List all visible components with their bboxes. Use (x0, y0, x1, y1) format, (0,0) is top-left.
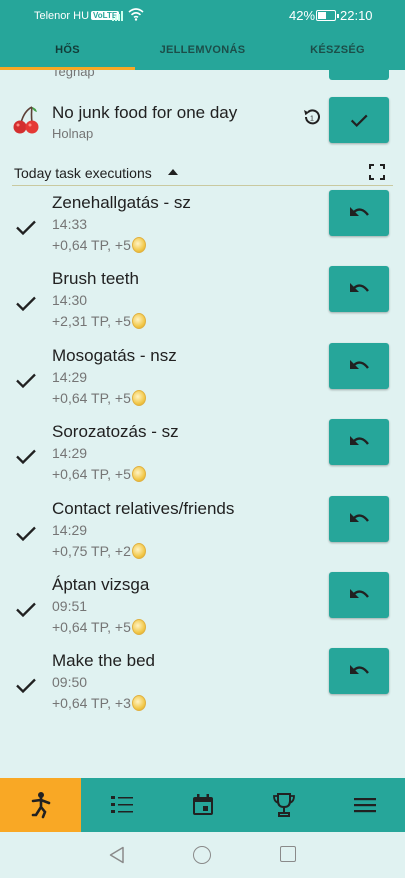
check-icon (16, 679, 36, 694)
undo-task-button[interactable] (329, 342, 389, 389)
habit-title: No junk food for one day (52, 103, 238, 122)
tab-traits[interactable]: JELLEMVONÁS (135, 33, 270, 70)
task-time: 09:50 (52, 674, 88, 691)
task-time: 14:29 (52, 445, 88, 462)
task-row: Mosogatás - nsz 14:29 +0,64 TP, +5 (0, 342, 405, 422)
recents-icon[interactable] (280, 846, 296, 862)
task-time: 14:33 (52, 216, 88, 232)
task-row: Brush teeth 14:30 +2,31 TP, +5 (0, 266, 405, 345)
nav-hero[interactable] (0, 778, 81, 832)
nav-calendar[interactable] (162, 778, 243, 832)
task-row: Make the bed 09:50 +0,64 TP, +3 (0, 648, 405, 727)
home-icon[interactable] (193, 846, 211, 864)
task-title: Mosogatás - nsz (52, 345, 177, 365)
tab-bar: HŐS JELLEMVONÁS KÉSZSÉG (0, 33, 405, 70)
undo-icon (350, 665, 369, 675)
nav-menu[interactable] (324, 778, 405, 832)
coin-icon (131, 237, 146, 253)
section-title: Today task executions (14, 165, 152, 181)
undo-task-button[interactable] (329, 190, 389, 236)
svg-text:1: 1 (310, 116, 314, 123)
check-icon (16, 373, 36, 388)
task-title: Contact relatives/friends (52, 498, 235, 518)
previous-habit-date: Tegnap (52, 70, 95, 79)
fullscreen-icon[interactable] (369, 164, 385, 180)
undo-task-button[interactable] (329, 648, 389, 695)
menu-icon (353, 798, 376, 813)
task-reward: +0,64 TP, +5 (52, 466, 146, 483)
coin-icon (131, 466, 146, 483)
hero-icon (31, 792, 50, 819)
undo-task-button[interactable] (329, 572, 389, 618)
nav-achievements[interactable] (243, 778, 324, 832)
coin-icon (131, 542, 146, 559)
undo-icon (350, 589, 369, 598)
main-content[interactable]: Tegnap No junk food for one day Holnap 1… (0, 70, 405, 778)
undo-task-button[interactable] (329, 419, 389, 466)
bottom-nav (0, 778, 405, 832)
battery-icon (316, 10, 339, 21)
task-time: 14:30 (52, 292, 88, 309)
nav-tasks[interactable] (81, 778, 162, 832)
cherry-icon (13, 106, 39, 134)
undo-icon (350, 359, 369, 369)
undo-icon (350, 512, 369, 522)
task-time: 14:29 (52, 521, 88, 538)
status-bar: Telenor HU VoLTE 42% 22:10 (0, 0, 405, 33)
task-time: 14:29 (52, 368, 88, 385)
coin-icon (131, 695, 146, 712)
battery-percent: 42% (289, 8, 316, 23)
task-reward: +2,31 TP, +5 (52, 313, 146, 330)
habit-row: No junk food for one day Holnap 1 (0, 97, 405, 157)
section-header[interactable]: Today task executions (12, 162, 393, 186)
previous-habit-row: Tegnap (0, 70, 405, 80)
coin-icon (131, 619, 146, 635)
signal-icon (112, 11, 123, 21)
task-reward: +0,75 TP, +2 (52, 542, 146, 559)
task-reward: +0,64 TP, +3 (52, 695, 146, 712)
undo-task-button[interactable] (329, 495, 389, 542)
restore-icon[interactable]: 1 (302, 107, 322, 127)
check-icon (16, 602, 36, 618)
task-reward: +0,64 TP, +5 (52, 389, 146, 406)
task-title: Sorozatozás - sz (52, 422, 179, 442)
trophy-icon (272, 793, 295, 817)
task-reward: +0,64 TP, +5 (52, 237, 146, 253)
task-title: Make the bed (52, 651, 156, 671)
coin-icon (131, 389, 146, 406)
check-icon (16, 220, 36, 236)
task-title: Áptan vizsga (52, 575, 150, 594)
previous-complete-button[interactable] (329, 70, 389, 80)
check-icon (350, 114, 368, 128)
list-icon (110, 796, 133, 813)
battery-level (318, 12, 326, 19)
task-reward: +0,64 TP, +5 (52, 619, 146, 635)
carrier-name: Telenor HU VoLTE (34, 10, 120, 22)
undo-icon (350, 207, 369, 216)
clock: 22:10 (340, 8, 373, 23)
system-nav-bar (0, 832, 405, 878)
undo-icon (350, 436, 369, 446)
back-icon[interactable] (108, 846, 126, 864)
undo-icon (350, 283, 369, 293)
task-row: Contact relatives/friends 14:29 +0,75 TP, … (0, 495, 405, 575)
collapse-caret-icon[interactable] (168, 169, 178, 175)
coin-icon (131, 313, 146, 330)
task-title: Zenehallgatás - sz (52, 193, 191, 212)
task-row: Sorozatozás - sz 14:29 +0,64 TP, +5 (0, 419, 405, 498)
tab-hero[interactable]: HŐS (0, 33, 135, 70)
complete-habit-button[interactable] (329, 97, 389, 143)
task-title: Brush teeth (52, 269, 139, 289)
tab-skills[interactable]: KÉSZSÉG (270, 33, 405, 70)
calendar-icon (192, 794, 213, 815)
check-icon (16, 297, 36, 312)
check-icon (16, 526, 36, 541)
wifi-icon (128, 8, 144, 21)
check-icon (16, 449, 36, 465)
task-time: 09:51 (52, 598, 88, 614)
task-row: Áptan vizsga 09:51 +0,64 TP, +5 (0, 572, 405, 651)
task-row: Zenehallgatás - sz 14:33 +0,64 TP, +5 (0, 190, 405, 269)
undo-task-button[interactable] (329, 266, 389, 313)
habit-due: Holnap (52, 126, 94, 141)
